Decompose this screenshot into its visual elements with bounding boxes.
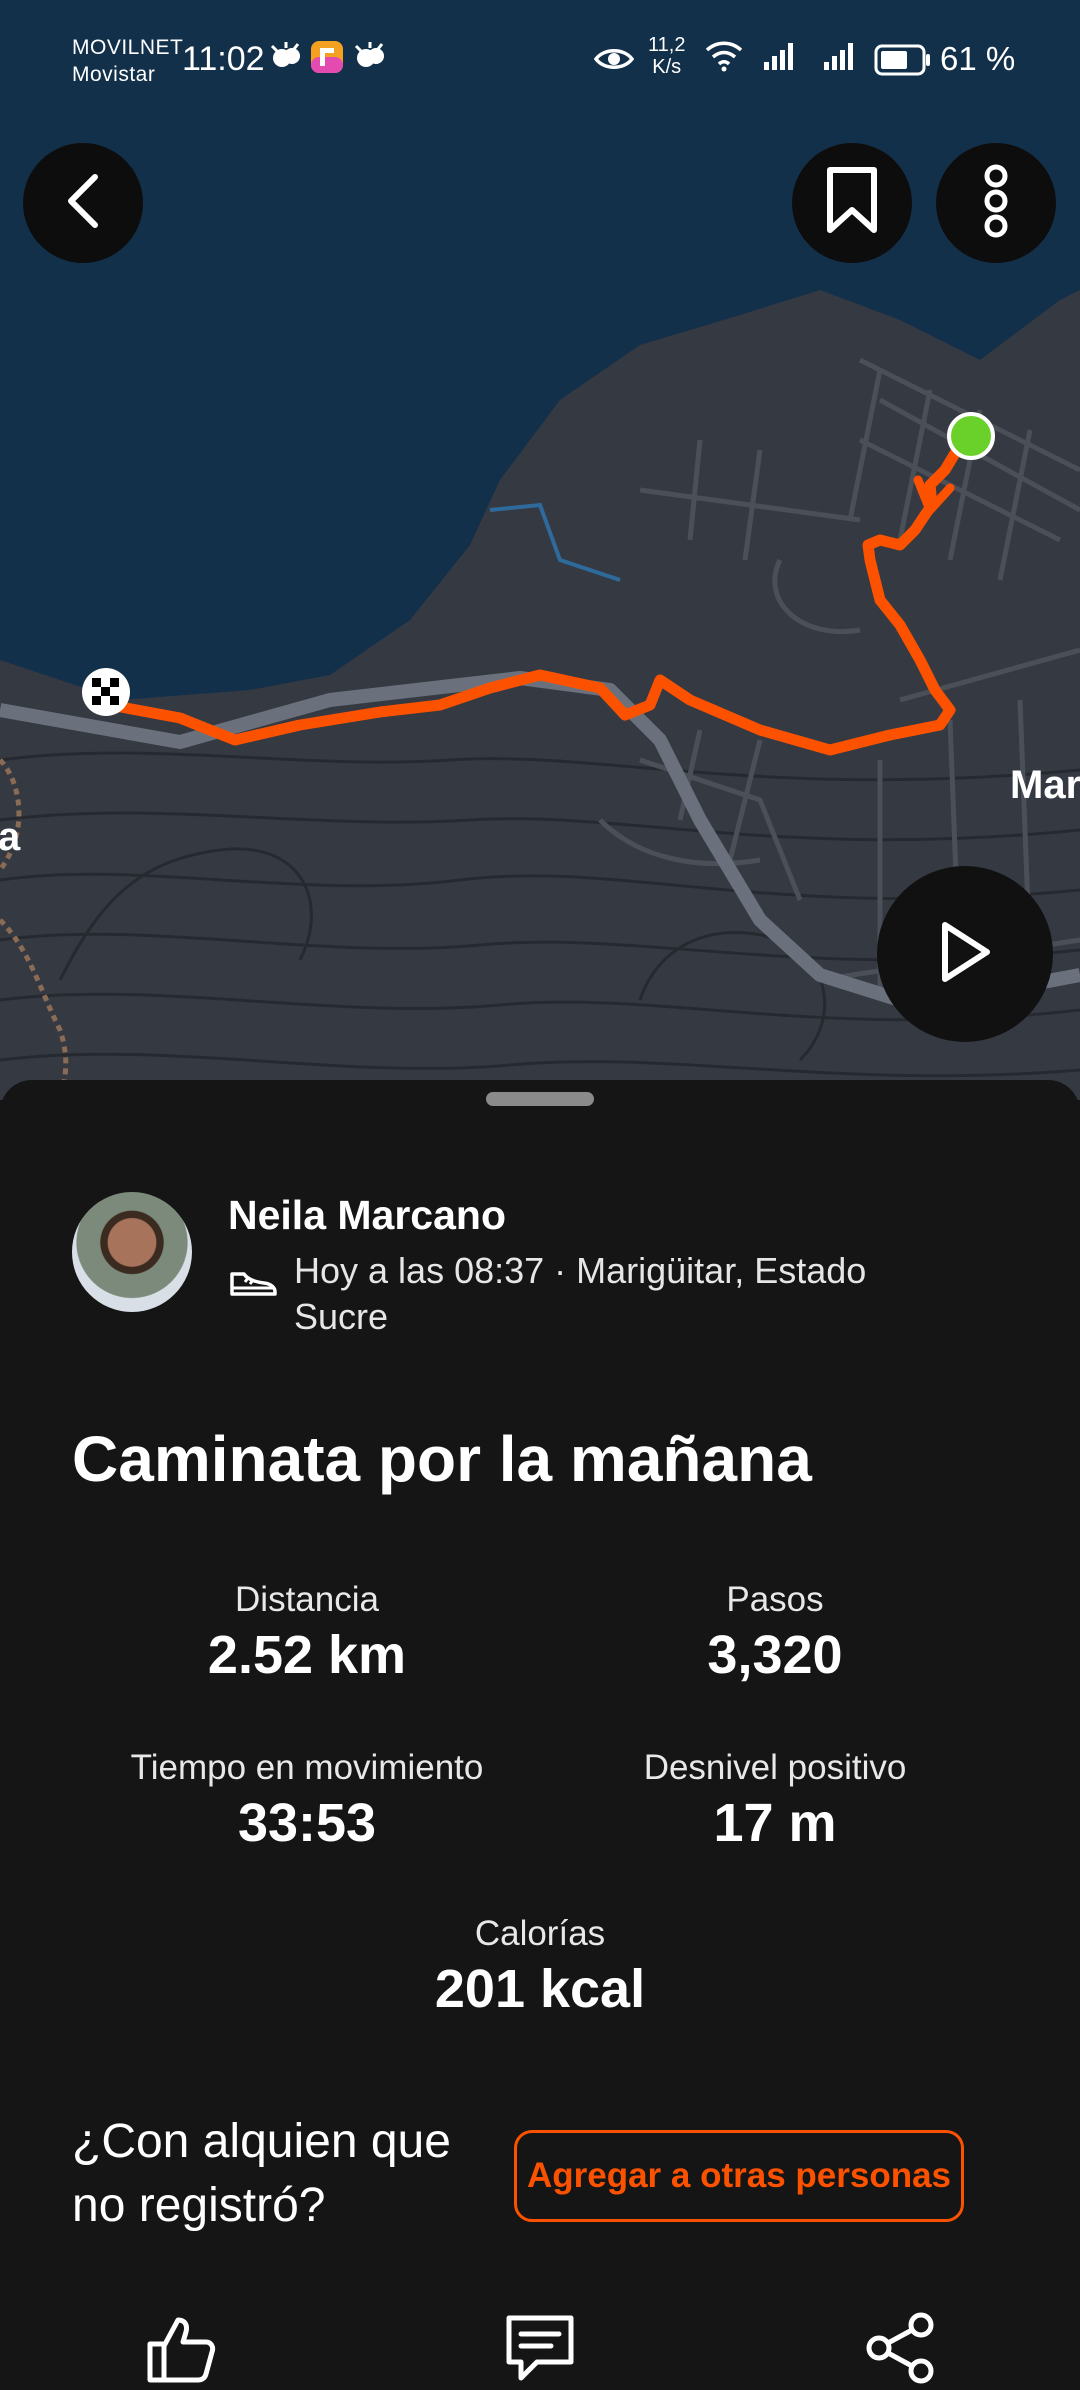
signal-icon — [762, 40, 800, 77]
stat-steps: Pasos 3,320 — [565, 1578, 985, 1688]
stat-label: Desnivel positivo — [643, 1748, 907, 1787]
save-button[interactable] — [792, 143, 912, 263]
status-time: 11:02 — [182, 40, 265, 78]
stat-label: Tiempo en movimiento — [130, 1748, 484, 1787]
signal-icon — [822, 40, 860, 77]
shoe-icon — [228, 1264, 278, 1305]
stat-elevation-gain: Desnivel positivo 17 m — [565, 1746, 985, 1856]
play-icon — [937, 919, 993, 990]
avatar[interactable] — [72, 1192, 192, 1312]
stat-value: 3,320 — [707, 1625, 843, 1685]
drag-handle[interactable] — [486, 1092, 594, 1106]
bookmark-icon — [824, 166, 880, 241]
stat-value: 2.52 km — [207, 1625, 407, 1685]
stat-value: 33:53 — [237, 1793, 377, 1853]
carrier-label: MOVILNET Movistar — [72, 36, 184, 86]
more-vertical-icon — [981, 164, 1011, 243]
activity-title: Caminata por la mañana — [72, 1423, 812, 1495]
stat-calories: Calorías 201 kcal — [330, 1912, 750, 2022]
tag-others-prompt: ¿Con alquien que no registró? — [72, 2115, 451, 2232]
stat-moving-time: Tiempo en movimiento 33:53 — [97, 1746, 517, 1856]
stat-label: Calorías — [474, 1914, 606, 1953]
play-flyover-button[interactable] — [877, 866, 1053, 1042]
stat-distance: Distancia 2.52 km — [97, 1578, 517, 1688]
comment-icon — [503, 2312, 577, 2389]
stat-label: Pasos — [726, 1580, 824, 1619]
battery-percentage: 61 % — [940, 40, 1016, 77]
eye-icon — [593, 46, 635, 77]
status-bar: MOVILNET Movistar 11:02 11,2 K/s 61 % — [0, 0, 1080, 120]
add-others-button[interactable]: Agregar a otras personas — [514, 2130, 964, 2222]
more-options-button[interactable] — [936, 143, 1056, 263]
stat-label: Distancia — [235, 1580, 379, 1619]
thumbs-up-icon — [144, 2312, 216, 2389]
stat-value: 201 kcal — [434, 1959, 646, 2019]
back-button[interactable] — [23, 143, 143, 263]
athlete-name[interactable]: Neila Marcano — [228, 1192, 506, 1239]
share-icon — [863, 2311, 937, 2390]
activity-meta: Hoy a las 08:37 · Marigüitar, Estado Suc… — [294, 1250, 867, 1337]
net-speed: 11,2 K/s — [648, 34, 686, 78]
back-arrow-icon — [61, 171, 105, 236]
weather-icon — [352, 40, 388, 79]
weather-icon — [268, 40, 304, 79]
wifi-icon — [704, 40, 744, 77]
activity-details-sheet: Neila Marcano Hoy a las 08:37 · Marigüit… — [0, 1080, 1080, 2388]
map-place-label: a — [0, 815, 21, 859]
share-button[interactable] — [860, 2310, 940, 2390]
stat-value: 17 m — [713, 1793, 837, 1853]
comment-button[interactable] — [500, 2310, 580, 2390]
battery-icon — [874, 44, 932, 81]
kudos-button[interactable] — [140, 2310, 220, 2390]
map-place-label: Mar — [1010, 763, 1080, 807]
app-notification-icon — [310, 40, 344, 79]
